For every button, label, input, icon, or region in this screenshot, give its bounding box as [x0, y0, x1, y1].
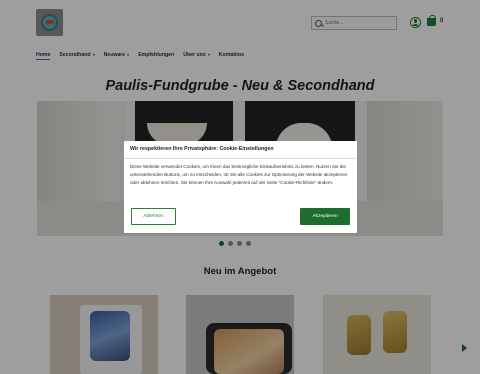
cookie-dialog-text: Diese Website verwendet Cookies, um Ihne…	[130, 164, 348, 185]
divider	[124, 158, 357, 159]
decline-button[interactable]: Ablehnen	[131, 208, 176, 225]
accept-button[interactable]: Akzeptieren	[300, 208, 350, 225]
cookie-dialog-title: Wir respektieren Ihre Privatsphäre: Cook…	[130, 146, 274, 152]
cookie-consent-dialog: Wir respektieren Ihre Privatsphäre: Cook…	[124, 141, 357, 233]
